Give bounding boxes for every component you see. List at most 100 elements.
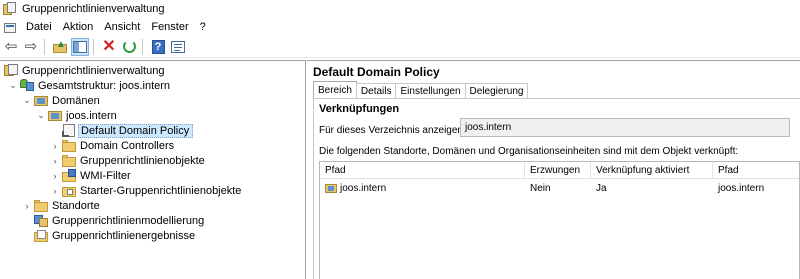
domains-icon bbox=[34, 94, 48, 107]
back-button[interactable]: ⇦ bbox=[2, 38, 20, 56]
window-title: Gruppenrichtlinienverwaltung bbox=[22, 3, 165, 15]
list-header: Pfad Erzwungen Verknüpfung aktiviert Pfa… bbox=[320, 162, 799, 179]
menu-ansicht[interactable]: Ansicht bbox=[100, 21, 147, 33]
cell-path: joos.intern bbox=[320, 181, 525, 196]
scope-label: Für dieses Verzeichnis anzeigen: bbox=[319, 125, 466, 136]
chevron-right-icon[interactable]: › bbox=[50, 171, 60, 181]
help-button[interactable]: ? bbox=[149, 38, 167, 56]
results-icon bbox=[34, 229, 48, 242]
modeling-icon bbox=[34, 214, 48, 227]
domain-icon bbox=[325, 183, 337, 194]
properties-icon bbox=[171, 40, 185, 53]
chevron-down-icon[interactable]: ⌄ bbox=[22, 95, 32, 106]
folder-icon bbox=[62, 154, 76, 167]
gpmc-app-icon bbox=[3, 2, 17, 16]
tree-item-label: Gesamtstruktur: joos.intern bbox=[38, 79, 171, 92]
chevron-down-icon[interactable]: ⌄ bbox=[8, 80, 18, 91]
tree-item-domain-joos-intern[interactable]: ⌄ joos.intern bbox=[36, 108, 117, 123]
tab-details[interactable]: Details bbox=[355, 83, 397, 98]
wmi-filter-icon bbox=[62, 169, 76, 182]
column-header-pfad[interactable]: Pfad bbox=[320, 162, 525, 179]
column-header-verknuepfung-aktiviert[interactable]: Verknüpfung aktiviert bbox=[591, 162, 713, 179]
tree-item-label: Domänen bbox=[52, 94, 100, 107]
menu-bar: Datei Aktion Ansicht Fenster ? bbox=[0, 18, 800, 36]
tree-item-label: Standorte bbox=[52, 199, 100, 212]
chevron-right-icon[interactable]: › bbox=[22, 201, 32, 211]
toolbar-separator bbox=[93, 38, 94, 55]
cell-path-2: joos.intern bbox=[718, 183, 765, 194]
properties-button[interactable] bbox=[169, 38, 187, 56]
chevron-right-icon[interactable]: › bbox=[50, 156, 60, 166]
chevron-right-icon[interactable]: › bbox=[50, 186, 60, 196]
toolbar-separator bbox=[44, 38, 45, 55]
folder-up-icon: ▲ bbox=[53, 39, 67, 53]
tree-item-label: Starter-Gruppenrichtlinienobjekte bbox=[80, 184, 242, 197]
tab-einstellungen[interactable]: Einstellungen bbox=[395, 83, 466, 98]
refresh-button[interactable] bbox=[120, 38, 138, 56]
menu-help[interactable]: ? bbox=[196, 21, 213, 33]
gpo-title: Default Domain Policy bbox=[313, 65, 440, 79]
tree-item-label: Default Domain Policy bbox=[78, 123, 194, 138]
cell-link-enabled: Ja bbox=[596, 183, 607, 194]
console-tree: Gruppenrichtlinienverwaltung ⌄ Gesamtstr… bbox=[0, 60, 306, 279]
tree-item-domains[interactable]: ⌄ Domänen bbox=[22, 93, 100, 108]
links-list[interactable]: Pfad Erzwungen Verknüpfung aktiviert Pfa… bbox=[319, 161, 800, 279]
tree-item-wmi-filter[interactable]: › WMI-Filter bbox=[50, 168, 131, 183]
tree-item-default-domain-policy[interactable]: Default Domain Policy bbox=[62, 123, 194, 138]
title-bar: Gruppenrichtlinienverwaltung bbox=[0, 0, 800, 18]
toolbar: ⇦ ⇨ ▲ ✕ ? bbox=[0, 36, 800, 58]
show-hide-tree-icon bbox=[73, 40, 87, 53]
tree-item-root[interactable]: Gruppenrichtlinienverwaltung bbox=[4, 63, 164, 78]
tab-content-bereich: Verknüpfungen Für dieses Verzeichnis anz… bbox=[313, 98, 800, 279]
toolbar-separator bbox=[142, 38, 143, 55]
tree-item-results[interactable]: Gruppenrichtlinienergebnisse bbox=[34, 228, 195, 243]
tree-item-label: Gruppenrichtlinienmodellierung bbox=[52, 214, 205, 227]
tab-delegierung[interactable]: Delegierung bbox=[464, 83, 529, 98]
section-heading: Verknüpfungen bbox=[319, 103, 400, 115]
tree-item-label: Gruppenrichtlinienverwaltung bbox=[22, 64, 165, 77]
tree-item-label: Gruppenrichtlinienobjekte bbox=[80, 154, 205, 167]
ou-folder-icon bbox=[62, 139, 76, 152]
delete-button[interactable]: ✕ bbox=[100, 38, 118, 56]
forward-arrow-icon: ⇨ bbox=[24, 38, 38, 55]
gpo-link-icon bbox=[62, 124, 76, 137]
menu-fenster[interactable]: Fenster bbox=[147, 21, 195, 33]
tree-item-sites[interactable]: › Standorte bbox=[22, 198, 100, 213]
up-one-level-button[interactable]: ▲ bbox=[51, 38, 69, 56]
forward-button[interactable]: ⇨ bbox=[22, 38, 40, 56]
tree-item-label: joos.intern bbox=[66, 109, 117, 122]
gpmc-root-icon bbox=[4, 64, 18, 77]
forest-icon bbox=[20, 79, 34, 92]
domain-icon bbox=[48, 109, 62, 122]
delete-icon: ✕ bbox=[102, 37, 116, 55]
tree-item-forest[interactable]: ⌄ Gesamtstruktur: joos.intern bbox=[8, 78, 170, 93]
refresh-icon bbox=[122, 40, 136, 53]
tree-item-label: Gruppenrichtlinienergebnisse bbox=[52, 229, 196, 242]
scope-dropdown[interactable]: joos.intern bbox=[460, 118, 790, 137]
tree-item-label: Domain Controllers bbox=[80, 139, 175, 152]
links-description: Die folgenden Standorte, Domänen und Org… bbox=[319, 146, 739, 157]
cell-path-text: joos.intern bbox=[340, 183, 387, 194]
sites-folder-icon bbox=[34, 199, 48, 212]
tree-item-label: WMI-Filter bbox=[80, 169, 131, 182]
column-header-erzwungen[interactable]: Erzwungen bbox=[525, 162, 591, 179]
show-hide-tree-button[interactable] bbox=[71, 37, 89, 56]
tree-item-starter-gpo[interactable]: › Starter-Gruppenrichtlinienobjekte bbox=[50, 183, 241, 198]
tree-item-modeling[interactable]: Gruppenrichtlinienmodellierung bbox=[34, 213, 204, 228]
chevron-down-icon[interactable]: ⌄ bbox=[36, 110, 46, 121]
console-menu-icon[interactable] bbox=[4, 21, 18, 34]
cell-enforced: Nein bbox=[530, 183, 551, 194]
details-pane: Default Domain Policy Bereich Details Ei… bbox=[307, 60, 800, 279]
menu-datei[interactable]: Datei bbox=[22, 21, 59, 33]
tab-bereich[interactable]: Bereich bbox=[313, 81, 357, 98]
menu-aktion[interactable]: Aktion bbox=[59, 21, 101, 33]
table-row[interactable]: joos.intern Nein Ja joos.intern bbox=[320, 181, 799, 196]
starter-gpo-icon bbox=[62, 184, 76, 197]
back-arrow-icon: ⇦ bbox=[4, 38, 18, 55]
tree-item-gpo-container[interactable]: › Gruppenrichtlinienobjekte bbox=[50, 153, 205, 168]
tree-item-domain-controllers[interactable]: › Domain Controllers bbox=[50, 138, 174, 153]
help-icon: ? bbox=[151, 39, 165, 54]
column-header-pfad-2[interactable]: Pfad bbox=[713, 162, 799, 179]
chevron-right-icon[interactable]: › bbox=[50, 141, 60, 151]
tab-strip: Bereich Details Einstellungen Delegierun… bbox=[313, 81, 529, 98]
